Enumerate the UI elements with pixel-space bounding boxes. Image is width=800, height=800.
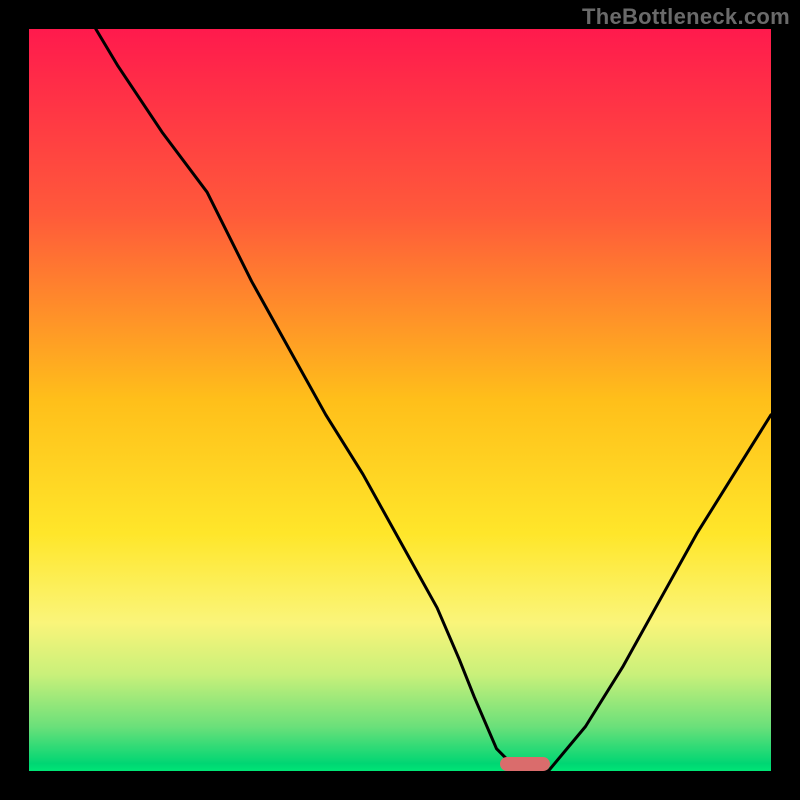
outer-frame: TheBottleneck.com [0,0,800,800]
curve-layer [29,29,771,771]
trough-marker [500,757,550,771]
bottleneck-curve [96,29,771,771]
watermark-text: TheBottleneck.com [582,4,790,30]
